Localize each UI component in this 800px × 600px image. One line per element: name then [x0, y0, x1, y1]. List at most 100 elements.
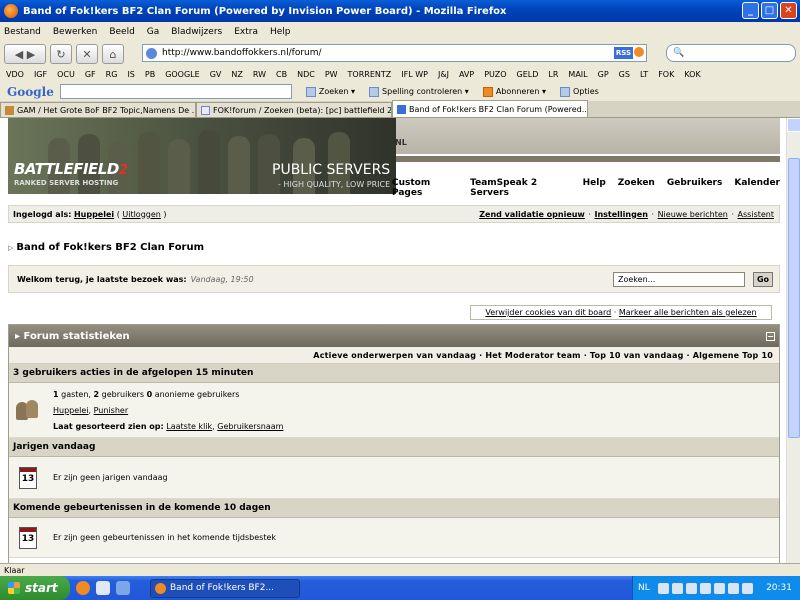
user-link-punisher[interactable]: Punisher — [94, 406, 129, 415]
username-link[interactable]: Huppelei — [74, 210, 114, 219]
menu-beeld[interactable]: Beeld — [109, 27, 134, 37]
bookmark-avp[interactable]: AVP — [459, 70, 474, 79]
mark-read-link[interactable]: Markeer alle berichten als gelezen — [619, 308, 757, 317]
menu-bladwijzers[interactable]: Bladwijzers — [171, 27, 222, 37]
tray-icon[interactable] — [741, 582, 753, 594]
tray-icon[interactable] — [685, 582, 697, 594]
menu-extra[interactable]: Extra — [234, 27, 258, 37]
feed-icon[interactable] — [634, 47, 644, 57]
sort-username-link[interactable]: Gebruikersnaam — [217, 422, 283, 431]
address-bar[interactable]: http://www.bandoffokkers.nl/forum/ RSS — [142, 44, 647, 62]
close-button[interactable]: ✕ — [780, 2, 797, 19]
scroll-up-icon[interactable] — [787, 118, 800, 132]
stop-button[interactable]: ✕ — [76, 44, 98, 64]
show-desktop-icon[interactable] — [116, 581, 130, 595]
bookmark-is[interactable]: IS — [127, 70, 134, 79]
settings-link[interactable]: Instellingen — [594, 210, 647, 219]
bookmark-lr[interactable]: LR — [548, 70, 558, 79]
outlook-quicklaunch-icon[interactable] — [96, 581, 110, 595]
menu-ga[interactable]: Ga — [147, 27, 160, 37]
nav-calendar[interactable]: Kalender — [734, 178, 780, 192]
subscribe-button[interactable]: Abonneren ▾ — [482, 86, 546, 97]
bookmark-gv[interactable]: GV — [210, 70, 222, 79]
tray-icon[interactable] — [699, 582, 711, 594]
bookmark-kok[interactable]: KOK — [684, 70, 700, 79]
tray-icon[interactable] — [727, 582, 739, 594]
vertical-scrollbar[interactable] — [786, 118, 800, 563]
maximize-button[interactable]: □ — [761, 2, 778, 19]
logout-link[interactable]: Uitloggen — [122, 210, 160, 219]
google-logo[interactable]: Google — [7, 85, 54, 99]
bookmark-nz[interactable]: NZ — [231, 70, 242, 79]
rss-icon[interactable]: RSS — [613, 47, 633, 59]
tab-gam[interactable]: GAM / Het Grote BoF BF2 Topic,Namens De … — [0, 102, 196, 117]
nav-help[interactable]: Help — [583, 178, 606, 192]
bookmark-gs[interactable]: GS — [619, 70, 630, 79]
sort-last-click-link[interactable]: Laatste klik — [166, 422, 212, 431]
spellcheck-button[interactable]: Spelling controleren ▾ — [369, 86, 469, 97]
bookmark-rg[interactable]: RG — [106, 70, 118, 79]
new-posts-link[interactable]: Nieuwe berichten — [658, 210, 728, 219]
bookmark-geld[interactable]: GELD — [517, 70, 539, 79]
menu-bestand[interactable]: Bestand — [4, 27, 41, 37]
tray-icon[interactable] — [713, 582, 725, 594]
minimize-button[interactable]: _ — [742, 2, 759, 19]
nav-custom-pages[interactable]: Custom Pages — [392, 178, 458, 198]
welcome-text: Welkom terug, je laatste bezoek was: — [17, 274, 187, 284]
bookmark-lt[interactable]: LT — [640, 70, 648, 79]
bookmark-igf[interactable]: IGF — [34, 70, 47, 79]
bookmark-j-j[interactable]: J&J — [438, 70, 449, 79]
bookmark-cb[interactable]: CB — [276, 70, 287, 79]
options-button[interactable]: Opties — [560, 86, 599, 97]
scroll-thumb[interactable] — [788, 158, 800, 438]
nav-teamspeak[interactable]: TeamSpeak 2 Servers — [470, 178, 570, 198]
bookmark-gf[interactable]: GF — [85, 70, 96, 79]
bookmark-mail[interactable]: MAIL — [568, 70, 587, 79]
menu-help[interactable]: Help — [270, 27, 291, 37]
forum-search-go-button[interactable]: Go — [753, 272, 773, 287]
collapse-icon[interactable]: − — [766, 331, 775, 341]
tab-label: Band of Fok!kers BF2 Clan Forum (Powered… — [409, 104, 588, 114]
search-input[interactable]: 🔍 — [666, 44, 796, 62]
nav-members[interactable]: Gebruikers — [667, 178, 723, 192]
bookmark-google[interactable]: GOOGLE — [165, 70, 200, 79]
birthdays-text: Er zijn geen jarigen vandaag — [53, 472, 168, 482]
taskbar-firefox-window[interactable]: Band of Fok!kers BF2... — [150, 578, 300, 598]
users-icon — [16, 400, 40, 420]
stats-header: ▸ Forum statistieken − — [9, 325, 779, 347]
bookmark-fok[interactable]: FOK — [658, 70, 674, 79]
menu-bewerken[interactable]: Bewerken — [53, 27, 97, 37]
reload-button[interactable]: ↻ — [50, 44, 72, 64]
delete-cookies-link[interactable]: Verwijder cookies van dit board — [485, 308, 611, 317]
forum-banner[interactable]: BATTLEFIELD2 RANKED SERVER HOSTING PUBLI… — [8, 118, 396, 194]
bookmark-vdo[interactable]: VDO — [6, 70, 24, 79]
stats-links[interactable]: Actieve onderwerpen van vandaag · Het Mo… — [9, 347, 779, 364]
bookmark-torrentz[interactable]: TORRENTZ — [348, 70, 392, 79]
forum-search-input[interactable]: Zoeken... — [613, 272, 745, 287]
assistant-link[interactable]: Assistent — [738, 210, 774, 219]
google-search-input[interactable] — [59, 84, 292, 99]
home-button[interactable]: ⌂ — [102, 44, 124, 64]
bookmark-pb[interactable]: PB — [145, 70, 155, 79]
bookmark-ocu[interactable]: OCU — [57, 70, 75, 79]
start-button[interactable]: start — [0, 576, 70, 600]
tray-icon[interactable] — [657, 582, 669, 594]
resend-validation-link[interactable]: Zend validatie opnieuw — [479, 210, 585, 219]
nav-search[interactable]: Zoeken — [618, 178, 655, 192]
bookmark-gp[interactable]: GP — [598, 70, 609, 79]
back-forward-button[interactable]: ◀ ▶ — [4, 44, 46, 64]
bookmark-rw[interactable]: RW — [253, 70, 266, 79]
tab-band-of-fokkers[interactable]: Band of Fok!kers BF2 Clan Forum (Powered… — [392, 100, 588, 117]
user-link-huppelei[interactable]: Huppelei — [53, 406, 89, 415]
firefox-quicklaunch-icon[interactable] — [76, 581, 90, 595]
language-indicator[interactable]: NL — [638, 583, 650, 593]
bookmark-pw[interactable]: PW — [325, 70, 338, 79]
bookmark-ifl-wp[interactable]: IFL WP — [401, 70, 428, 79]
breadcrumb-forum[interactable]: Band of Fok!kers BF2 Clan Forum — [16, 242, 204, 253]
tab-fokforum[interactable]: FOK!forum / Zoeken (beta): [pc] battlefi… — [196, 102, 392, 117]
stats-arrow-icon: ▸ — [15, 330, 24, 342]
tray-icon[interactable] — [671, 582, 683, 594]
bookmark-puzo[interactable]: PUZO — [484, 70, 506, 79]
bookmark-ndc[interactable]: NDC — [297, 70, 315, 79]
google-search-button[interactable]: Zoeken ▾ — [305, 86, 355, 97]
